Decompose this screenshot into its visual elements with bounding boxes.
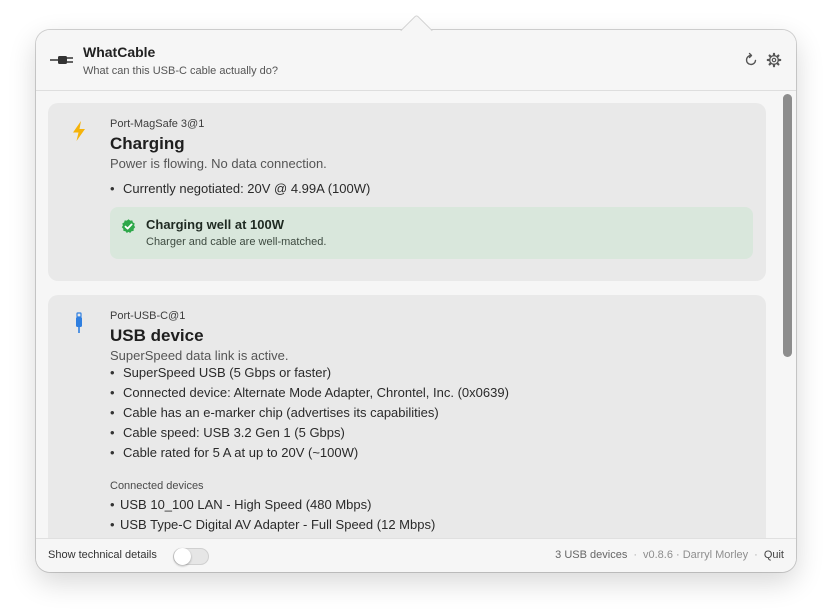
connected-devices-list: USB 10_100 LAN - High Speed (480 Mbps) U… [110,495,435,535]
status-subtitle: Charger and cable are well-matched. [146,236,327,248]
footer: Show technical details 3 USB devices · v0.… [36,538,796,572]
connected-devices-heading: Connected devices [110,480,204,492]
list-item: USB Type-C Digital AV Adapter - Full Spe… [110,515,435,535]
quit-button[interactable]: Quit [764,549,784,561]
version-author: v0.8.6 · Darryl Morley [643,549,749,561]
footer-info: 3 USB devices · v0.8.6 · Darryl Morley · Qui… [555,549,784,561]
port-name: Port-USB-C@1 [110,310,186,322]
list-item: Currently negotiated: 20V @ 4.99A (100W) [110,179,370,199]
port-details-list: SuperSpeed USB (5 Gbps or faster) Connec… [110,363,509,463]
refresh-icon[interactable] [743,52,759,68]
device-count: 3 USB devices [555,549,628,561]
port-status-title: USB device [110,326,204,345]
cable-plug-icon [50,53,74,67]
gear-icon[interactable] [766,52,782,68]
list-item: USB 10_100 LAN - High Speed (480 Mbps) [110,495,435,515]
port-description: Power is flowing. No data connection. [110,156,327,171]
port-card-magsafe: Port-MagSafe 3@1 Charging Power is flowi… [48,103,766,281]
port-details-list: Currently negotiated: 20V @ 4.99A (100W) [110,179,370,199]
app-subtitle: What can this USB-C cable actually do? [83,65,279,77]
port-description: SuperSpeed data link is active. [110,348,289,363]
usb-plug-icon [70,312,88,334]
scrollbar-thumb[interactable] [783,94,792,357]
port-status-title: Charging [110,134,185,153]
toggle-knob [174,548,191,565]
tech-details-label: Show technical details [48,549,157,561]
charging-status-banner: Charging well at 100W Charger and cable … [110,207,753,259]
status-title: Charging well at 100W [146,217,284,232]
list-item: Cable speed: USB 3.2 Gen 1 (5 Gbps) [110,423,509,443]
tech-details-toggle[interactable] [173,548,209,565]
checkmark-badge-icon [121,219,136,234]
list-item: Cable rated for 5 A at up to 20V (~100W) [110,443,509,463]
list-item: Cable has an e-marker chip (advertises i… [110,403,509,423]
separator: · [633,549,637,561]
popover-window: WhatCable What can this USB-C cable actu… [36,30,796,572]
list-item: SuperSpeed USB (5 Gbps or faster) [110,363,509,383]
port-card-usb-c: Port-USB-C@1 USB device SuperSpeed data … [48,295,766,538]
separator: · [754,549,758,561]
app-title: WhatCable [83,44,156,60]
ports-list: Port-MagSafe 3@1 Charging Power is flowi… [36,91,796,538]
list-item: Connected device: Alternate Mode Adapter… [110,383,509,403]
port-name: Port-MagSafe 3@1 [110,118,205,130]
lightning-bolt-icon [70,120,88,142]
